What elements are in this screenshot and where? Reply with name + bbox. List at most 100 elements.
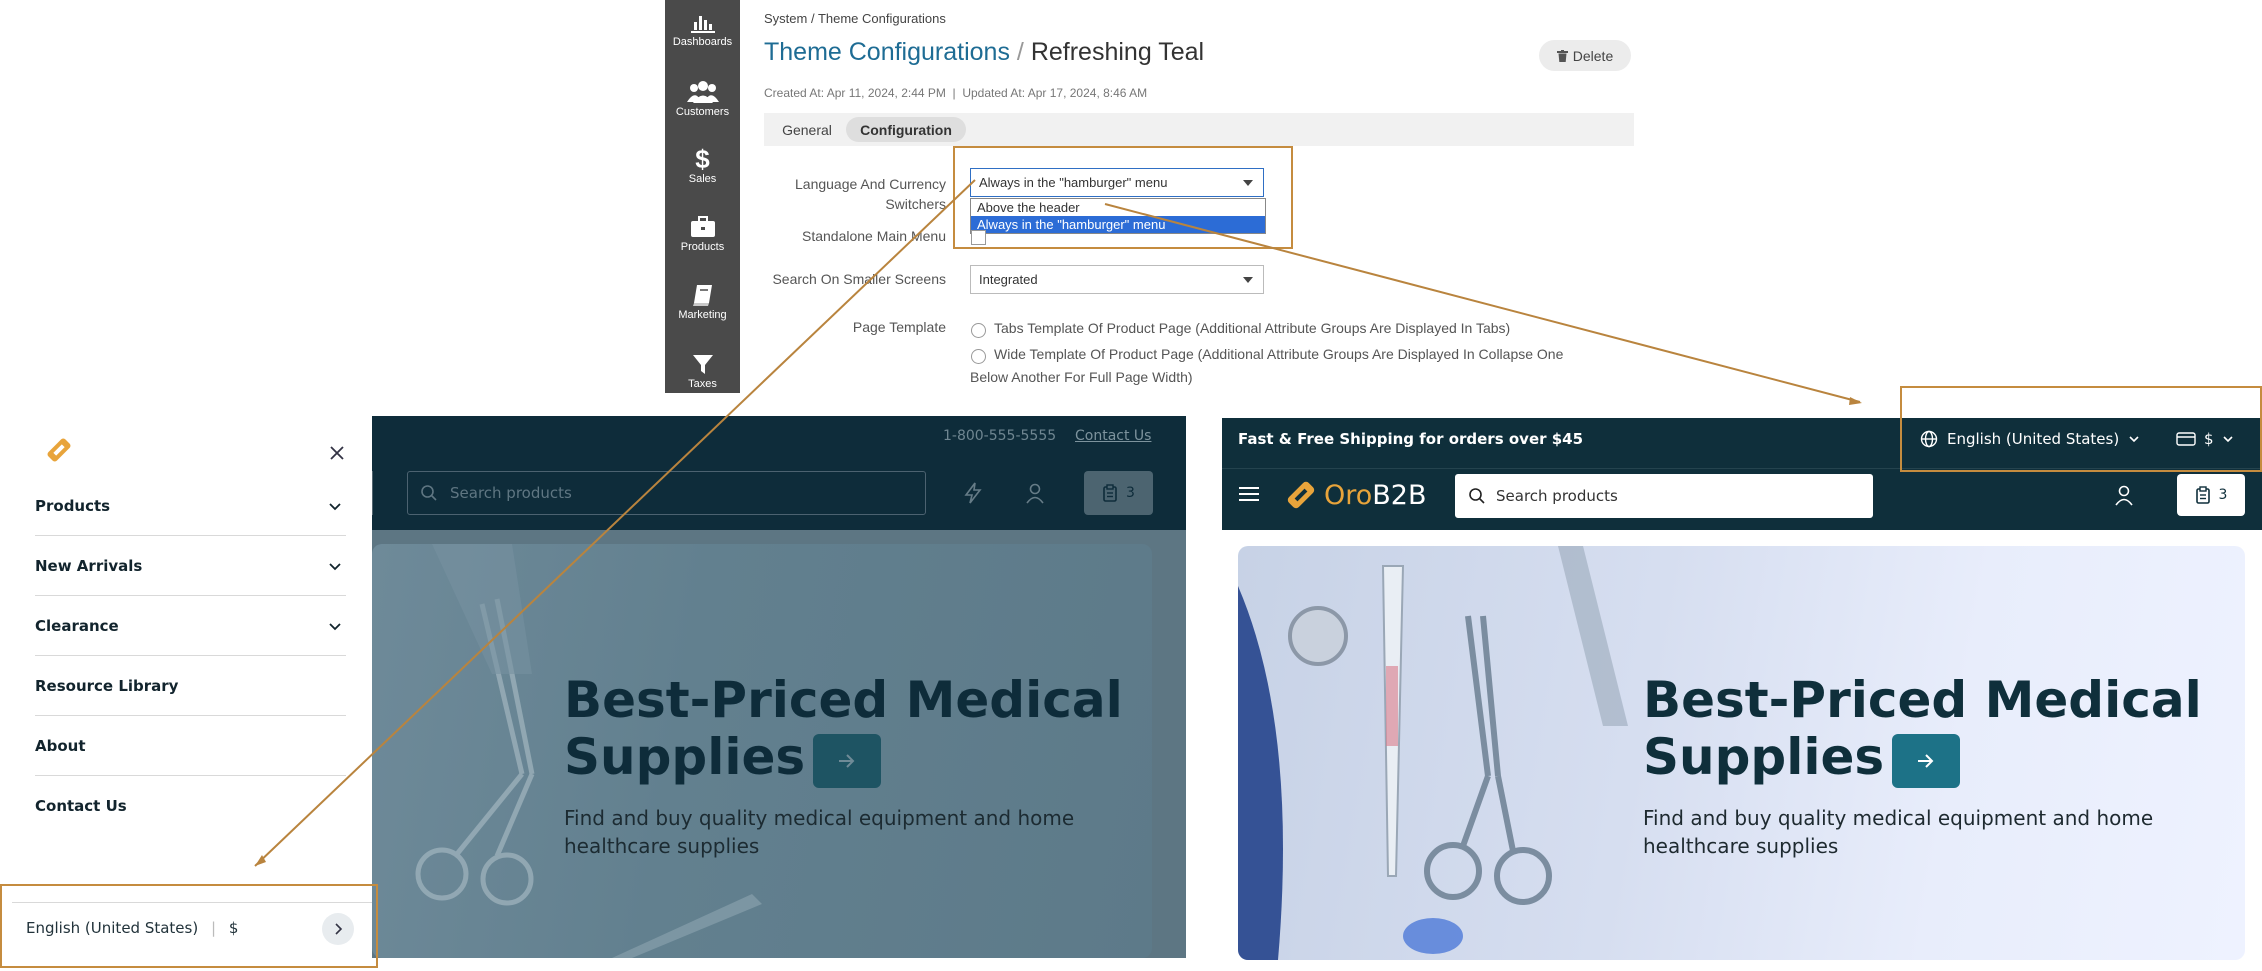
- cart-count: 3: [1126, 485, 1135, 501]
- briefcase-icon: [690, 216, 715, 237]
- page-template-option-wide-line2: Below Another For Full Page Width): [970, 369, 1193, 385]
- search-input[interactable]: Search products: [407, 471, 926, 515]
- hero-text: Best-Priced Medical Supplies Find and bu…: [564, 672, 1123, 860]
- search-icon: [1469, 488, 1485, 504]
- record-meta: Created At: Apr 11, 2024, 2:44 PM | Upda…: [764, 86, 1148, 100]
- tabs-bar: General Configuration: [764, 113, 1634, 146]
- hero-title-line2: Supplies: [1643, 729, 2202, 788]
- standalone-menu-checkbox[interactable]: [971, 230, 986, 245]
- admin-sidebar: Dashboards Customers $ Sales Products Ma…: [665, 0, 740, 393]
- users-icon: [686, 81, 719, 103]
- nav-marketing[interactable]: Marketing: [665, 283, 740, 321]
- page-template-option-tabs: Tabs Template Of Product Page (Additiona…: [994, 320, 1511, 336]
- hero-title-line2: Supplies: [564, 729, 1123, 788]
- nav-customers[interactable]: Customers: [665, 78, 740, 118]
- chevron-down-icon: [329, 503, 341, 511]
- nav-label: Dashboards: [672, 36, 733, 48]
- page-template-label: Page Template: [852, 319, 946, 335]
- nav-label: Taxes: [688, 378, 717, 390]
- select-value: Integrated: [979, 272, 1038, 287]
- book-icon: [692, 285, 712, 306]
- arrowhead: [1849, 397, 1862, 405]
- cart-list-icon: [1103, 484, 1117, 502]
- cart-list-icon: [2195, 486, 2210, 504]
- menu-item-label: New Arrivals: [35, 557, 143, 575]
- highlight-box: [1900, 386, 2262, 472]
- nav-taxes[interactable]: Taxes: [665, 352, 740, 390]
- quick-order-bolt-icon[interactable]: [964, 482, 982, 504]
- menu-item-label: Contact Us: [35, 797, 127, 815]
- label-line-1: Language And Currency: [795, 176, 946, 192]
- bar-chart-icon: [690, 16, 715, 33]
- account-icon[interactable]: [2114, 484, 2134, 506]
- menu-item-label: Resource Library: [35, 677, 179, 695]
- account-icon[interactable]: [1025, 482, 1045, 504]
- hero-subtitle: Find and buy quality medical equipment a…: [1643, 804, 2202, 860]
- logo-oro-text: Oro: [1324, 479, 1373, 511]
- caret-down-icon: [1243, 277, 1253, 283]
- hamburger-menu-icon[interactable]: [1239, 486, 1259, 502]
- chevron-down-icon: [329, 563, 341, 571]
- page-template-radio-tabs[interactable]: [971, 323, 986, 338]
- promo-text: Fast & Free Shipping for orders over $45: [1238, 430, 1584, 448]
- hero-arrow-button[interactable]: [1892, 733, 1961, 788]
- menu-item-resource-library[interactable]: Resource Library: [35, 677, 346, 695]
- title-link[interactable]: Theme Configurations: [764, 38, 1010, 66]
- delete-button[interactable]: Delete: [1539, 40, 1631, 71]
- hero-sub-line1: Find and buy quality medical equipment a…: [564, 805, 1075, 830]
- menu-divider: [35, 535, 346, 536]
- cart-button[interactable]: 3: [2177, 474, 2245, 516]
- orob2b-logo[interactable]: Oro B2B: [1284, 478, 1427, 512]
- nav-label: Products: [680, 241, 725, 253]
- title-name: Refreshing Teal: [1030, 38, 1205, 66]
- nav-dashboards[interactable]: Dashboards: [665, 12, 740, 48]
- menu-item-about[interactable]: About: [35, 737, 346, 755]
- hero-title-line1: Best-Priced Medical: [1643, 671, 2202, 729]
- oro-logo-icon: [1287, 481, 1315, 509]
- dollar-icon: $: [695, 144, 710, 174]
- tab-general[interactable]: General: [770, 117, 844, 142]
- hero-sub-line2: healthcare supplies: [1643, 833, 1839, 858]
- menu-item-clearance[interactable]: Clearance: [35, 617, 346, 635]
- hero-arrow-button[interactable]: [813, 733, 882, 788]
- chevron-down-icon: [329, 623, 341, 631]
- tab-configuration[interactable]: Configuration: [846, 117, 966, 142]
- hero-subtitle: Find and buy quality medical equipment a…: [564, 804, 1123, 860]
- medical-tools-illustration: [1238, 546, 1628, 960]
- search-placeholder: Search products: [450, 484, 572, 502]
- label-line-2: Switchers: [885, 196, 946, 212]
- nav-label: Marketing: [678, 309, 727, 321]
- nav-sales[interactable]: $ Sales: [665, 145, 740, 185]
- hero-title-line1: Best-Priced Medical: [564, 671, 1123, 729]
- highlight-box: [953, 146, 1293, 249]
- page-template-radio-wide[interactable]: [971, 349, 986, 364]
- hamburger-menu-panel: Products New Arrivals Clearance Resource…: [0, 416, 378, 971]
- filter-icon: [692, 355, 713, 374]
- standalone-menu-label: Standalone Main Menu: [802, 228, 946, 244]
- menu-item-products[interactable]: Products: [35, 497, 346, 515]
- oro-logo-icon[interactable]: [44, 435, 74, 465]
- hero-sub-line2: healthcare supplies: [564, 833, 760, 858]
- menu-item-contact-us[interactable]: Contact Us: [35, 797, 346, 815]
- hero-banner: Best-Priced Medical Supplies Find and bu…: [372, 544, 1152, 958]
- search-smaller-screens-select[interactable]: Integrated: [970, 265, 1264, 294]
- hero-title-text: Supplies: [1643, 728, 1885, 786]
- hero-banner: Best-Priced Medical Supplies Find and bu…: [1238, 546, 2245, 960]
- contact-link[interactable]: Contact Us: [1075, 428, 1151, 444]
- menu-divider: [35, 655, 346, 656]
- menu-divider: [35, 715, 346, 716]
- cart-button[interactable]: 3: [1084, 471, 1153, 515]
- nav-label: Customers: [675, 106, 730, 118]
- menu-item-label: Products: [35, 497, 111, 515]
- search-input[interactable]: Search products: [1455, 474, 1873, 518]
- trash-icon: [1556, 49, 1568, 62]
- title-separator: /: [1016, 38, 1024, 66]
- close-icon[interactable]: [330, 446, 344, 460]
- storefront-menu-open-preview: 1-800-555-5555 Contact Us Search product…: [372, 416, 1186, 958]
- cart-count: 3: [2218, 487, 2228, 503]
- nav-products[interactable]: Products: [665, 215, 740, 253]
- phone-number: 1-800-555-5555: [943, 428, 1057, 444]
- breadcrumb: System / Theme Configurations: [764, 11, 946, 26]
- menu-item-label: Clearance: [35, 617, 119, 635]
- menu-item-new-arrivals[interactable]: New Arrivals: [35, 557, 346, 575]
